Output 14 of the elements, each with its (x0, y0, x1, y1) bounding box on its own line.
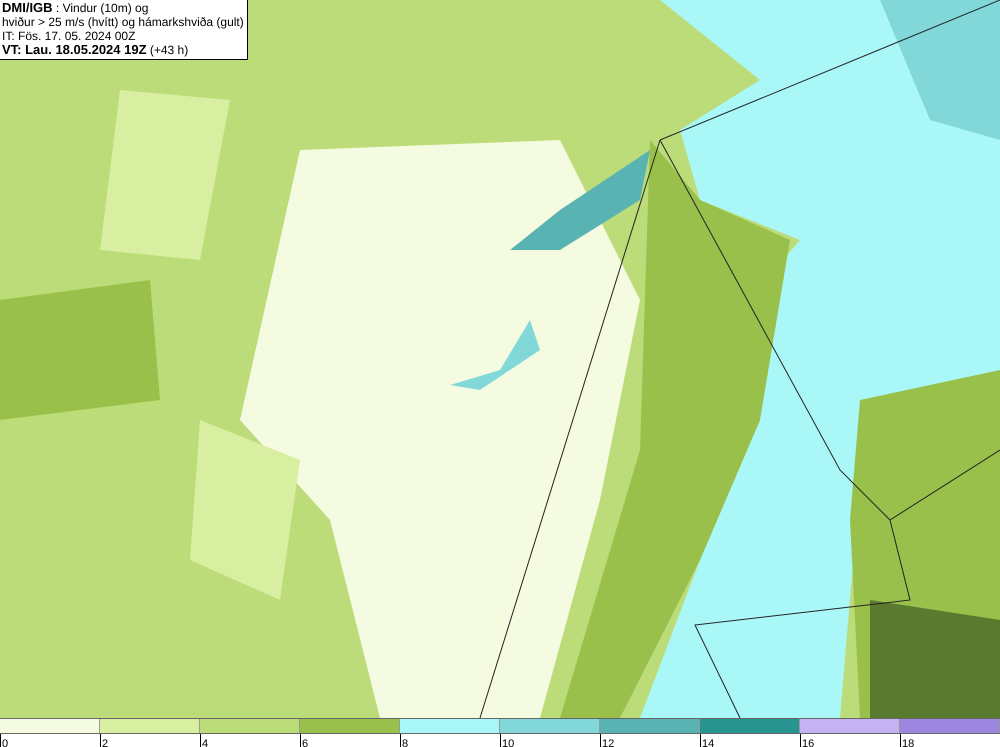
scale-label: 6 (302, 738, 308, 747)
scale-label: 4 (202, 738, 208, 747)
scale-label: 10 (502, 738, 514, 747)
scale-label: 12 (602, 738, 614, 747)
header-line: DMI/IGB : Vindur (10m) og (2, 1, 150, 15)
scale-label: 16 (802, 738, 814, 747)
scale-label: 8 (402, 738, 408, 747)
scale-label: 2 (102, 738, 108, 747)
header-line: IT: Fös. 17. 05. 2024 00Z (2, 29, 136, 43)
header-line: hviður > 25 m/s (hvítt) og hámarkshviða (gult) (2, 15, 244, 29)
header-line: VT: Lau. 18.05.2024 19Z (+43 h) (2, 43, 190, 57)
scale-label: 18 (902, 738, 914, 747)
scale-label: 14 (702, 738, 714, 747)
scale-label: 0 (2, 738, 8, 747)
